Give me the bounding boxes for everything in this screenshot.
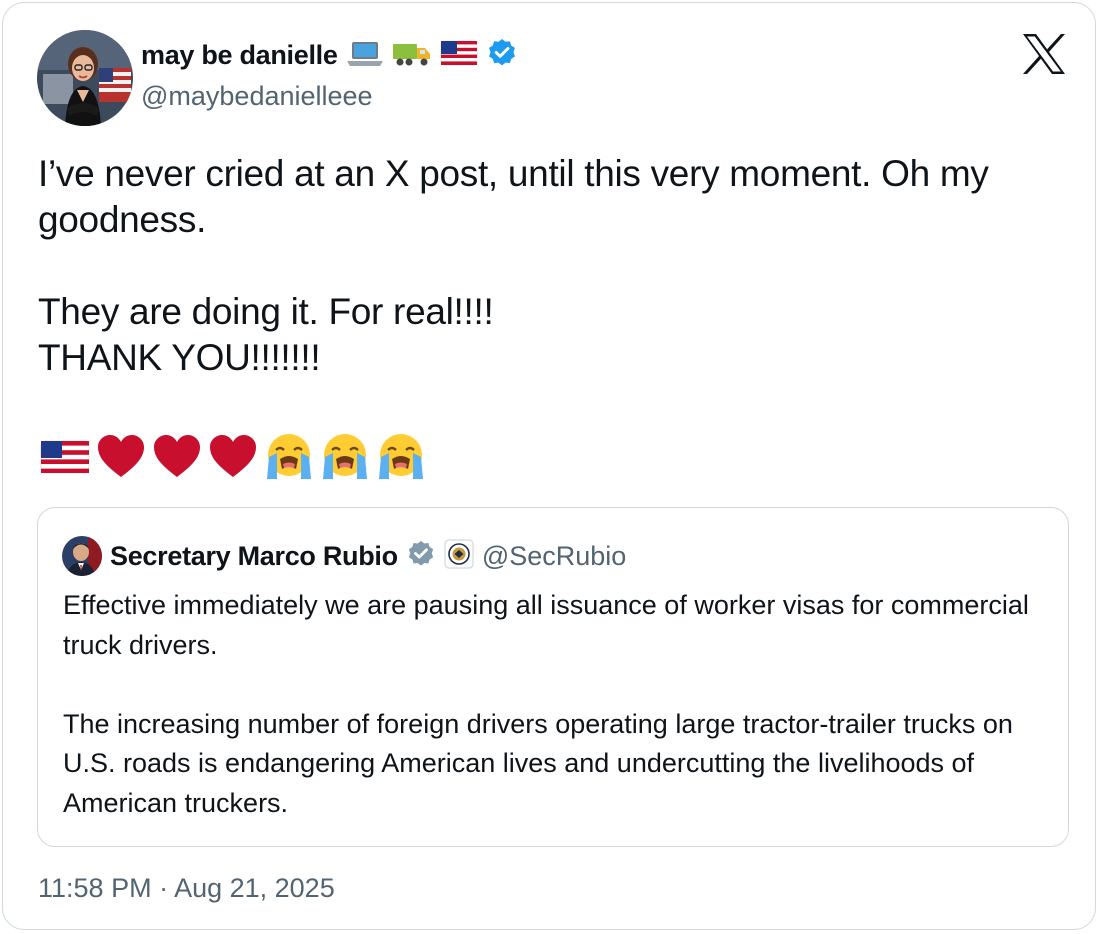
- tweet-line: I’ve never cried at an X post, until thi…: [38, 153, 989, 240]
- quote-paragraph: The increasing number of foreign drivers…: [63, 708, 1013, 818]
- tweet-card: may be danielle @maybedanielleee I’ve ne…: [2, 2, 1096, 930]
- us-flag-icon: [39, 431, 91, 488]
- tweet-spacer: [38, 243, 1078, 289]
- tweet-timestamp[interactable]: 11:58 PM · Aug 21, 2025: [38, 873, 335, 904]
- truck-icon: [392, 38, 432, 73]
- gray-verified-badge-icon[interactable]: [406, 539, 436, 574]
- red-heart-icon: [95, 431, 147, 488]
- verified-badge-icon[interactable]: [486, 37, 518, 74]
- red-heart-icon: [151, 431, 203, 488]
- quote-paragraph: Effective immediately we are pausing all…: [63, 590, 1029, 660]
- quote-text: Effective immediately we are pausing all…: [63, 586, 1043, 823]
- loudly-crying-face-icon: [375, 431, 427, 488]
- tweet-line: THANK YOU!!!!!!!: [38, 337, 321, 378]
- loudly-crying-face-icon: [319, 431, 371, 488]
- laptop-icon: [346, 38, 384, 73]
- quote-author-avatar[interactable]: [62, 536, 102, 576]
- quote-header: Secretary Marco Rubio @SecRubio: [62, 536, 626, 576]
- quote-author-name[interactable]: Secretary Marco Rubio: [110, 541, 398, 572]
- us-flag-icon: [440, 39, 478, 72]
- emoji-row: [39, 433, 427, 485]
- quote-author-handle[interactable]: @SecRubio: [482, 541, 626, 572]
- loudly-crying-face-icon: [263, 431, 315, 488]
- author-name[interactable]: may be danielle: [141, 40, 338, 71]
- tweet-text: I’ve never cried at an X post, until thi…: [38, 151, 1078, 381]
- quoted-tweet[interactable]: Secretary Marco Rubio @SecRubio Effectiv…: [37, 507, 1069, 847]
- quote-spacer: [63, 665, 1043, 705]
- author-name-row: may be danielle: [141, 35, 518, 75]
- tweet-line: They are doing it. For real!!!!: [38, 291, 494, 332]
- author-handle[interactable]: @maybedanielleee: [141, 81, 373, 112]
- red-heart-icon: [207, 431, 259, 488]
- author-avatar[interactable]: [37, 30, 133, 126]
- x-logo-icon[interactable]: [1021, 33, 1067, 75]
- state-department-seal-icon[interactable]: [444, 538, 474, 574]
